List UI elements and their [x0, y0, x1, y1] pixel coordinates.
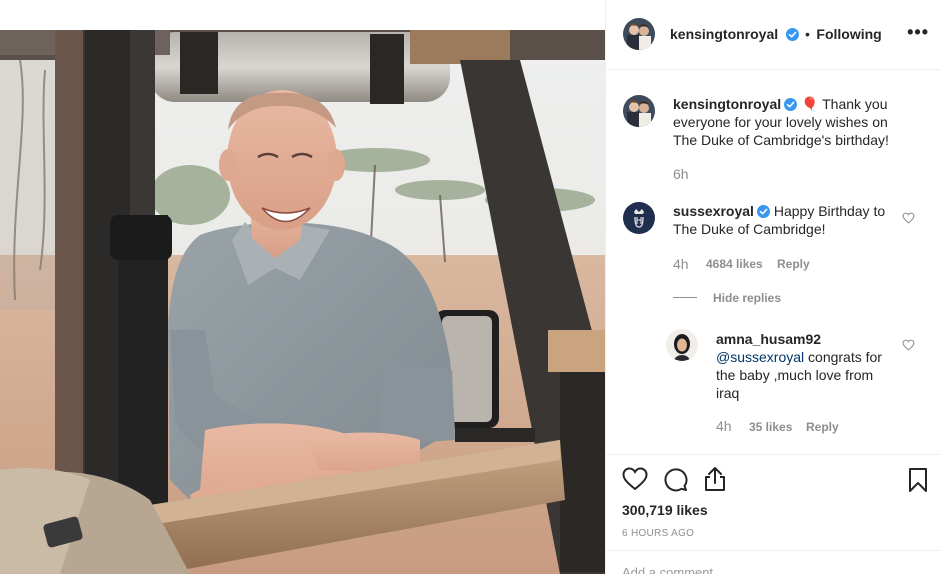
header-identity: kensingtonroyal • Following: [670, 26, 882, 43]
reply-button[interactable]: Reply: [777, 257, 810, 271]
like-reply-heart-icon[interactable]: [902, 339, 915, 351]
reply-text: amna_husam92 @sussexroyal congrats for t…: [716, 330, 891, 402]
add-comment-input[interactable]: Add a comment...: [622, 565, 724, 574]
following-button[interactable]: Following: [816, 26, 881, 42]
reply-reply-button[interactable]: Reply: [806, 420, 839, 434]
reply-username[interactable]: amna_husam92: [716, 331, 821, 347]
likes-count[interactable]: 300,719 likes: [622, 502, 708, 518]
like-comment-heart-icon[interactable]: [902, 212, 915, 224]
balloon-emoji: 🎈: [801, 96, 819, 112]
hide-replies-button[interactable]: Hide replies: [713, 291, 781, 305]
follow-separator: •: [805, 26, 810, 42]
hide-replies-line: [673, 297, 697, 298]
caption-text: kensingtonroyal 🎈 Thank you everyone for…: [673, 95, 913, 149]
author-avatar[interactable]: [623, 18, 655, 50]
caption-timestamp[interactable]: 6h: [673, 166, 689, 182]
comment-likes[interactable]: 4684 likes: [706, 257, 763, 271]
post-image: [0, 30, 605, 574]
caption-avatar[interactable]: [623, 95, 655, 127]
verified-badge-icon: [784, 98, 798, 111]
commenter-avatar[interactable]: [623, 202, 655, 234]
verified-badge-icon: [756, 205, 770, 218]
post-side-panel: kensingtonroyal • Following ••• kensingt…: [605, 0, 940, 574]
author-username[interactable]: kensingtonroyal: [670, 26, 778, 42]
heart-icon[interactable]: [622, 467, 648, 491]
share-icon[interactable]: [704, 466, 726, 492]
more-options-icon[interactable]: •••: [907, 22, 929, 42]
reply-avatar[interactable]: [666, 329, 698, 361]
comment-username[interactable]: sussexroyal: [673, 203, 754, 219]
add-comment-bar[interactable]: Add a comment...: [606, 550, 940, 574]
reply-likes[interactable]: 35 likes: [749, 420, 792, 434]
comment-timestamp[interactable]: 4h: [673, 256, 689, 272]
post-actions: 300,719 likes 6 HOURS AGO Add a comment.…: [606, 454, 940, 574]
bookmark-icon[interactable]: [908, 467, 928, 493]
reply-timestamp[interactable]: 4h: [716, 418, 732, 434]
verified-badge-icon: [785, 28, 799, 41]
comment-icon[interactable]: [663, 467, 688, 492]
comment-text: sussexroyal Happy Birthday to The Duke o…: [673, 202, 898, 238]
post-photo[interactable]: [0, 0, 605, 574]
post-header: kensingtonroyal • Following •••: [606, 0, 940, 70]
comments-section: kensingtonroyal 🎈 Thank you everyone for…: [606, 71, 940, 453]
reply-mention[interactable]: @sussexroyal: [716, 349, 804, 365]
post-time-ago[interactable]: 6 HOURS AGO: [622, 528, 694, 539]
caption-username[interactable]: kensingtonroyal: [673, 96, 781, 112]
